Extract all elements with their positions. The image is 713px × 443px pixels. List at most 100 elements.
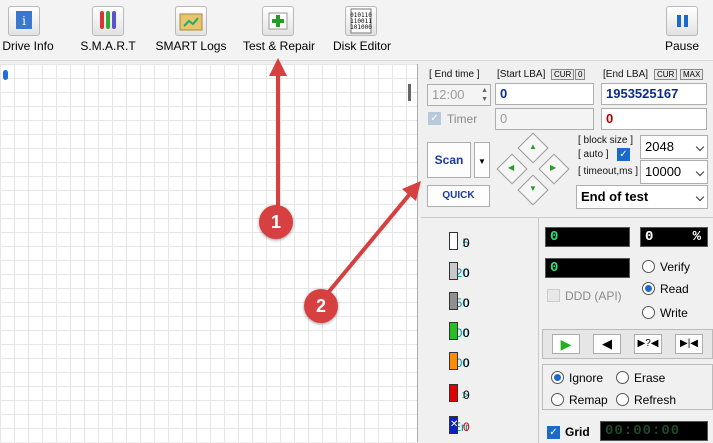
grid-label: Grid: [565, 425, 590, 439]
back-button[interactable]: ◀: [593, 334, 621, 354]
grid-checkbox[interactable]: ✓: [547, 426, 560, 439]
erase-label: Erase: [634, 371, 666, 385]
end-time-label: [ End time ]: [429, 69, 480, 80]
chevron-down-icon: [695, 142, 705, 152]
folder-chart-icon: [175, 6, 207, 36]
timeout-label: [ timeout,ms ]: [578, 166, 639, 177]
refresh-label: Refresh: [634, 393, 677, 407]
end-action-select[interactable]: End of test: [576, 185, 708, 209]
ignore-label: Ignore: [569, 371, 604, 385]
chevron-down-icon: [695, 192, 705, 202]
error-action-group: Ignore Erase Remap Refresh: [542, 364, 713, 410]
start-lba-cur-button[interactable]: CUR: [551, 69, 575, 80]
legend-swatch: [449, 292, 458, 310]
skip-unknown-button[interactable]: ▶?◀: [634, 334, 662, 354]
info-icon: i: [8, 6, 40, 36]
elapsed-time-display: 00:00:00: [600, 421, 708, 441]
verify-radio[interactable]: [642, 260, 655, 273]
skip-end-icon: ▶|◀: [680, 338, 698, 349]
binary-doc-icon: 010110 110011 101000: [345, 6, 377, 36]
smart-button[interactable]: S.M.A.R.T: [77, 0, 139, 58]
legend-row: 600 0: [421, 352, 539, 374]
remap-label: Remap: [569, 393, 608, 407]
chevron-down-icon: [695, 167, 705, 177]
up-arrow-icon: ▲: [529, 142, 537, 151]
drive-info-button[interactable]: i Drive Info: [0, 0, 56, 58]
legend-swatch: [449, 232, 458, 250]
end-lba-label: [End LBA]: [603, 69, 649, 80]
read-label: Read: [660, 282, 689, 296]
timeout-select[interactable]: 10000: [640, 160, 708, 184]
left-arrow-icon: ◀: [508, 163, 515, 172]
legend-swatch: [449, 322, 458, 340]
end-lba-max-button[interactable]: MAX: [680, 69, 704, 80]
play-button[interactable]: ▶: [552, 334, 580, 354]
legend-row: Err ✕ 0: [421, 416, 539, 438]
end-lba-field[interactable]: 1953525167: [601, 83, 707, 105]
smart-logs-button[interactable]: SMART Logs: [155, 0, 227, 58]
quick-button[interactable]: QUICK: [427, 185, 490, 207]
auto-checkbox[interactable]: ✓: [617, 148, 630, 161]
disk-editor-button[interactable]: 010110 110011 101000 Disk Editor: [331, 0, 393, 58]
test-tubes-icon: [92, 6, 124, 36]
start-lba-zero-button[interactable]: 0: [575, 69, 586, 80]
block-size-select[interactable]: 2048: [640, 135, 708, 159]
refresh-radio[interactable]: [616, 393, 629, 406]
verify-label: Verify: [660, 260, 691, 274]
annotation-badge-2: 2: [304, 289, 338, 323]
timer-checkbox[interactable]: ✓: [428, 112, 441, 125]
rewind-icon: ◀: [602, 336, 612, 351]
pause-button[interactable]: Pause: [660, 0, 704, 58]
playback-controls: ▶ ◀ ▶?◀ ▶|◀: [542, 329, 713, 359]
start-lba-secondary-field[interactable]: 0: [495, 108, 594, 130]
direction-pad: ▲ ◀ ▶ ▼: [496, 132, 570, 206]
svg-text:i: i: [22, 14, 26, 28]
scan-map-grid: [0, 64, 418, 442]
timer-label: Timer: [447, 112, 478, 126]
scan-dropdown-button[interactable]: ▼: [474, 142, 490, 178]
legend-swatch: [449, 352, 458, 370]
scan-stats-panel: 5 0 20 0 50 0 200 0 600 0 > 0 Err ✕ 0 0 …: [421, 217, 713, 443]
annotation-badge-1: 1: [259, 205, 293, 239]
skip-end-button[interactable]: ▶|◀: [675, 334, 703, 354]
ddd-label: DDD (API): [565, 289, 622, 303]
remap-radio[interactable]: [551, 393, 564, 406]
erase-radio[interactable]: [616, 371, 629, 384]
ddd-checkbox[interactable]: [547, 289, 560, 302]
position-display: 0: [545, 227, 630, 247]
end-lba-secondary-field[interactable]: 0: [601, 108, 707, 130]
toolbar: i Drive Info S.M.A.R.T SMART Logs Test &…: [0, 0, 713, 61]
scan-button[interactable]: Scan: [427, 142, 471, 178]
legend: 5 0 20 0 50 0 200 0 600 0 > 0 Err ✕ 0: [421, 218, 539, 443]
end-lba-cur-button[interactable]: CUR: [654, 69, 678, 80]
legend-row: 20 0: [421, 262, 539, 284]
right-arrow-icon: ▶: [550, 163, 557, 172]
write-radio[interactable]: [642, 306, 655, 319]
map-scrollbar[interactable]: [408, 84, 411, 101]
svg-text:101000: 101000: [350, 24, 372, 31]
start-lba-field[interactable]: 0: [495, 83, 594, 105]
skip-question-icon: ▶?◀: [637, 338, 659, 349]
block-size-label: [ block size ]: [578, 135, 634, 146]
play-icon: ▶: [560, 336, 572, 352]
legend-swatch: [449, 384, 458, 402]
pause-icon: [666, 6, 698, 36]
down-arrow-icon: ▼: [529, 184, 537, 193]
legend-row: 200 0: [421, 322, 539, 344]
read-radio[interactable]: [642, 282, 655, 295]
percent-display: 0 %: [640, 227, 708, 247]
auto-label: [ auto ]: [578, 149, 609, 160]
error-x-icon: ✕: [449, 416, 458, 434]
ignore-radio[interactable]: [551, 371, 564, 384]
end-time-field[interactable]: 12:00 ▲ ▼: [427, 84, 491, 106]
start-lba-label: [Start LBA]: [497, 69, 546, 80]
write-label: Write: [660, 306, 688, 320]
legend-swatch: [449, 262, 458, 280]
scan-position-marker: [3, 70, 8, 80]
speed-display: 0: [545, 258, 630, 278]
spinner-icon[interactable]: ▲ ▼: [481, 86, 488, 104]
test-repair-button[interactable]: Test & Repair: [239, 0, 319, 58]
legend-row: 5 0: [421, 232, 539, 254]
plus-icon: [262, 6, 294, 36]
scan-settings-panel: [ End time ] 12:00 ▲ ▼ ✓ Timer [Start LBA…: [421, 64, 713, 214]
